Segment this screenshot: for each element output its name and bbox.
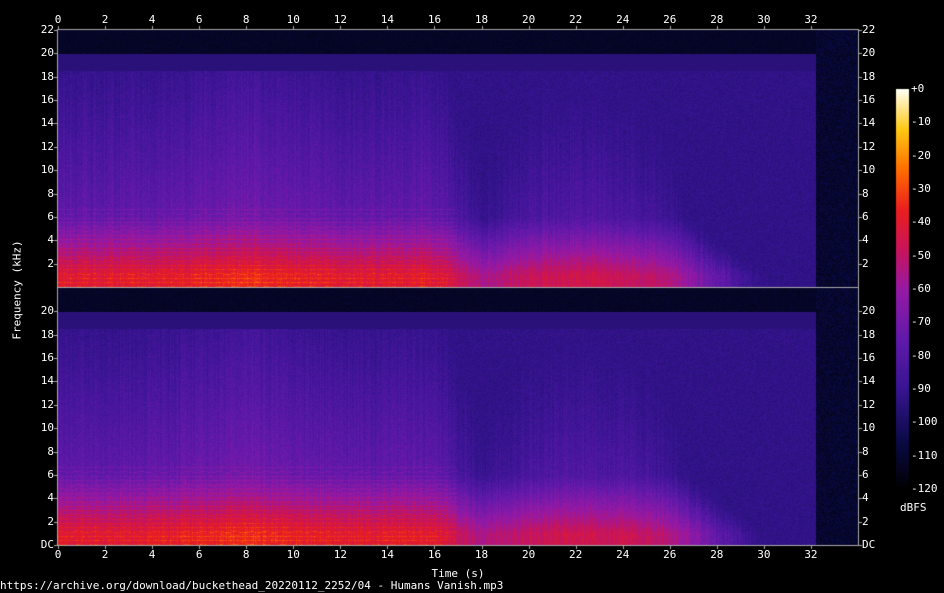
y-tick-label-right: 6 (862, 467, 869, 481)
y-tick-label-right: 4 (862, 233, 869, 247)
x-tick-label-top: 30 (757, 13, 771, 26)
colorbar-unit-label: dBFS (900, 501, 927, 514)
x-tick-label-bottom: 26 (663, 548, 677, 561)
x-tick-label-top: 4 (148, 13, 156, 26)
x-tick-label-top: 32 (804, 13, 818, 26)
y-tick-label-right: 16 (862, 93, 876, 107)
y-tick-label-left: 12 (40, 139, 54, 153)
colorbar-tick-label: -50 (911, 248, 931, 262)
y-tick-label-left: 14 (40, 374, 54, 388)
y-tick-label-left: 16 (40, 93, 54, 107)
y-tick-label-right: 20 (862, 304, 876, 318)
x-tick-label-top: 12 (333, 13, 347, 26)
x-tick-label-bottom: 10 (286, 548, 300, 561)
y-tick-label-right: 2 (862, 256, 869, 270)
colorbar-tick-label: -80 (911, 348, 931, 362)
y-tick-label-left: DC (40, 538, 54, 551)
colorbar-tick-label: -110 (911, 448, 938, 462)
x-tick-label-top: 8 (242, 13, 250, 26)
colorbar-tick-label: -90 (911, 382, 931, 395)
colorbar-tick-label: -120 (911, 482, 938, 495)
colorbar-tick-label: -30 (911, 182, 931, 195)
x-tick-label-bottom: 12 (333, 548, 347, 561)
x-tick-label-top: 18 (474, 13, 489, 26)
y-tick-label-right: 12 (862, 397, 876, 411)
y-tick-label-right: 14 (862, 116, 876, 130)
x-tick-label-bottom: 22 (569, 548, 583, 561)
x-tick-label-top: 6 (195, 13, 203, 26)
y-tick-label-right: 4 (862, 491, 869, 505)
colorbar-tick-label: -10 (911, 115, 931, 129)
y-tick-label-right: 22 (862, 23, 876, 36)
y-tick-label-right: 16 (862, 351, 876, 365)
y-tick-label-left: 4 (47, 233, 54, 247)
y-tick-label-left: 16 (40, 351, 54, 365)
y-tick-label-right: 18 (862, 69, 876, 83)
colorbar-tick-label: -100 (911, 415, 938, 429)
x-tick-label-top: 22 (569, 13, 583, 26)
y-tick-label-left: 6 (47, 467, 54, 481)
y-tick-label-left: 20 (40, 304, 54, 318)
colorbar-tick-label: -40 (911, 215, 931, 229)
x-tick-label-bottom: 8 (242, 548, 250, 561)
x-tick-label-top: 26 (663, 13, 677, 26)
y-tick-label-left: 8 (47, 186, 54, 200)
y-tick-label-left: 2 (47, 256, 54, 270)
x-tick-label-bottom: 2 (101, 548, 109, 561)
y-tick-label-left: 12 (40, 397, 54, 411)
y-tick-label-left: 2 (47, 514, 54, 528)
x-tick-label-top: 24 (616, 13, 630, 26)
y-tick-label-right: 20 (862, 46, 876, 60)
y-tick-label-left: 14 (40, 116, 54, 130)
y-tick-label-right: 8 (862, 186, 869, 200)
x-tick-label-top: 10 (286, 13, 300, 26)
y-tick-label-right: 10 (862, 163, 876, 177)
y-tick-label-left: 20 (40, 46, 54, 60)
x-tick-label-bottom: 32 (804, 548, 818, 561)
x-tick-label-bottom: 4 (148, 548, 156, 561)
x-tick-label-top: 28 (710, 13, 724, 26)
y-tick-label-left: 22 (40, 23, 54, 36)
y-axis-label: Frequency (kHz) (10, 240, 24, 340)
colorbar-tick-label: -60 (911, 282, 931, 295)
y-tick-label-left: 4 (47, 491, 54, 505)
x-tick-label-bottom: 30 (757, 548, 771, 561)
x-tick-label-bottom: 16 (427, 548, 442, 561)
y-tick-label-left: 18 (40, 327, 54, 341)
colorbar-tick-label: -70 (911, 315, 931, 329)
x-tick-label-bottom: 6 (195, 548, 203, 561)
y-tick-label-left: 10 (40, 163, 54, 177)
y-tick-label-right: 10 (862, 421, 876, 435)
y-tick-label-right: 18 (862, 327, 876, 341)
source-url-footer: https://archive.org/download/buckethead_… (0, 579, 504, 592)
y-tick-label-right: 8 (862, 444, 869, 458)
x-tick-label-top: 16 (427, 13, 442, 26)
x-tick-label-top: 14 (380, 13, 395, 26)
x-tick-label-bottom: 28 (710, 548, 724, 561)
x-tick-label-top: 20 (521, 13, 536, 26)
x-tick-label-bottom: 18 (474, 548, 489, 561)
y-tick-label-right: 14 (862, 374, 876, 388)
y-tick-label-right: 12 (862, 139, 876, 153)
spectrogram-canvas (0, 0, 944, 593)
colorbar-tick-label: +0 (911, 82, 925, 95)
y-tick-label-left: 18 (40, 69, 54, 83)
y-tick-label-right: DC (862, 538, 876, 551)
y-tick-label-right: 2 (862, 514, 869, 528)
x-tick-label-bottom: 20 (521, 548, 536, 561)
x-tick-label-bottom: 14 (380, 548, 395, 561)
x-tick-label-bottom: 24 (616, 548, 630, 561)
y-tick-label-left: 10 (40, 421, 54, 435)
y-tick-label-left: 6 (47, 209, 54, 223)
x-tick-label-top: 2 (101, 13, 109, 26)
x-tick-label-bottom: 0 (54, 548, 62, 561)
y-tick-label-left: 8 (47, 444, 54, 458)
x-tick-label-top: 0 (54, 13, 62, 26)
colorbar-tick-label: -20 (911, 148, 931, 162)
y-tick-label-right: 6 (862, 209, 869, 223)
